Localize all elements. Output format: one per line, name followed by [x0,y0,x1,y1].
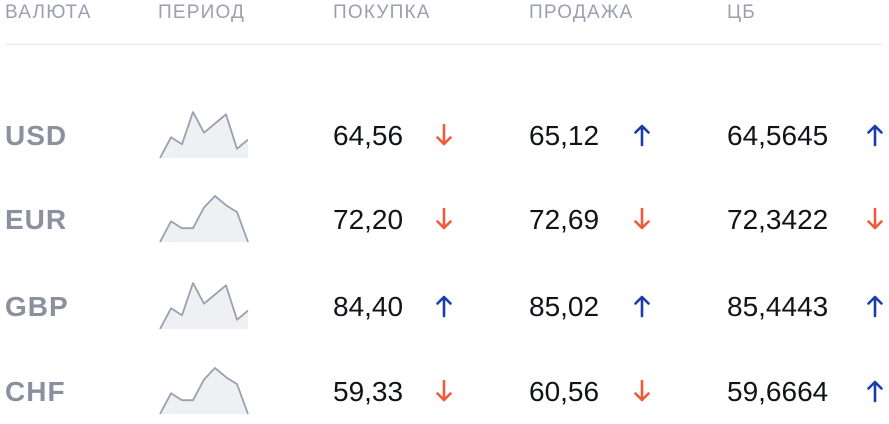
cb-arrow-up-icon [867,380,883,403]
sparkline-area [160,283,248,329]
buy-value: 72,20 [333,204,404,235]
sell-arrow-down-icon [634,207,650,230]
table-row[interactable]: EUR 72,20 72,69 72,3422 [0,192,889,252]
header-sell: ПРОДАЖА [529,2,634,23]
cb-value: 85,4443 [727,291,829,322]
currency-code: GBP [5,291,69,322]
sparkline-area [160,112,248,158]
currency-code: USD [5,120,68,151]
sparkline-chart [159,367,249,415]
buy-value: 64,56 [333,120,404,151]
cb-arrow-down-icon [867,207,883,230]
buy-value: 84,40 [333,291,404,322]
sell-value: 60,56 [529,376,600,407]
buy-arrow-down-icon [436,379,452,402]
cb-arrow-up-icon [867,295,883,318]
sell-arrow-up-icon [634,295,650,318]
buy-arrow-down-icon [436,207,452,230]
header-currency: ВАЛЮТА [5,2,92,23]
header-period: ПЕРИОД [158,2,246,23]
cb-value: 72,3422 [727,204,829,235]
sell-value: 65,12 [529,120,600,151]
sparkline-chart [159,195,249,243]
sparkline-chart [159,111,249,159]
sparkline-area [160,368,248,414]
sell-arrow-up-icon [634,124,650,147]
header-divider [5,44,883,45]
buy-arrow-up-icon [436,295,452,318]
sparkline-chart [159,282,249,330]
table-row[interactable]: GBP 84,40 85,02 85,4443 [0,279,889,339]
sparkline-area [160,196,248,242]
table-header: ВАЛЮТА ПЕРИОД ПОКУПКА ПРОДАЖА ЦБ [0,0,889,44]
table-row[interactable]: USD 64,56 65,12 64,5645 [0,108,889,168]
sell-arrow-down-icon [634,379,650,402]
buy-value: 59,33 [333,376,404,407]
sell-value: 85,02 [529,291,600,322]
sell-value: 72,69 [529,204,600,235]
buy-arrow-down-icon [436,123,452,146]
header-cb: ЦБ [727,2,756,23]
cb-value: 59,6664 [727,376,829,407]
currency-code: CHF [5,376,66,407]
cb-value: 64,5645 [727,120,829,151]
header-buy: ПОКУПКА [333,2,431,23]
currency-code: EUR [5,204,68,235]
table-row[interactable]: CHF 59,33 60,56 59,6664 [0,364,889,424]
cb-arrow-up-icon [867,124,883,147]
